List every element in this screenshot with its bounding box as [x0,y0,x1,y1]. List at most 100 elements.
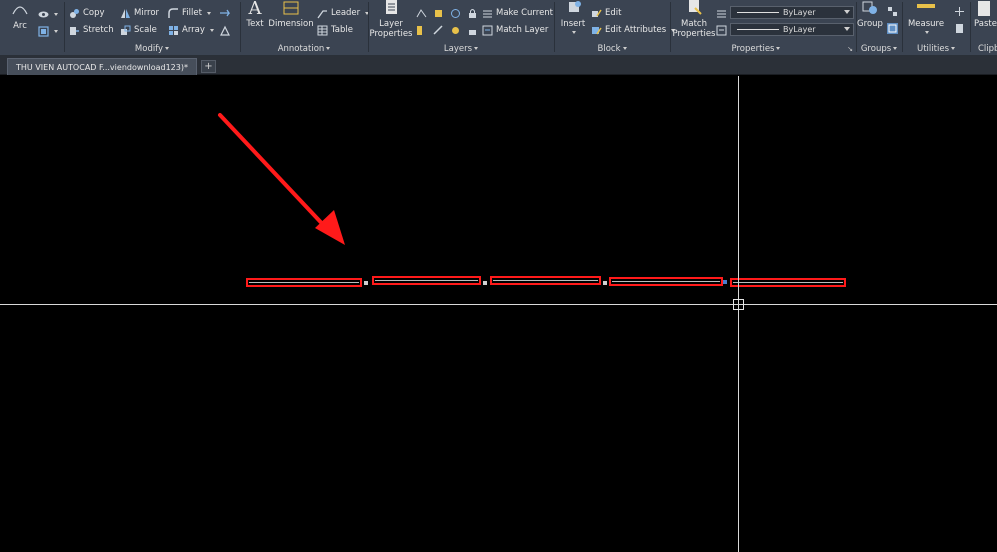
paste-button[interactable]: Paste [974,0,997,29]
edit-block-label: Edit [605,8,622,18]
dimension-button[interactable]: Dimension [268,0,314,29]
layer-properties-button[interactable]: Layer Properties [369,0,413,39]
point-icon[interactable] [954,6,965,17]
new-tab-button[interactable]: + [201,60,216,73]
leader-button[interactable]: Leader [317,6,370,20]
arc-label: Arc [13,21,27,31]
utilities-panel-title[interactable]: Utilities [902,44,970,54]
measure-button[interactable]: Measure [906,0,946,34]
mirror-button[interactable]: Mirror [120,6,159,20]
arc-button[interactable]: Arc [8,2,32,31]
cursor-pickbox [733,299,744,310]
lineweight-dropdown[interactable]: ByLayer [730,23,854,36]
document-tab-bar: THU VIEN AUTOCAD F...viendownload123)* + [0,56,997,75]
lineweight-preview [737,29,779,30]
block-panel-title[interactable]: Block [554,44,670,54]
linetype-preview [737,12,779,13]
layer-previous-icon [450,25,461,36]
layers-panel: Layer Properties Make Current Match Laye… [368,0,554,56]
modify-panel-title[interactable]: Modify [64,44,240,54]
crosshair-vertical [738,76,739,552]
visibility-button[interactable] [38,7,58,21]
annotation-panel-title[interactable]: Annotation [240,44,368,54]
layer-freeze-icon [450,8,461,19]
properties-panel: Match Properties ByLayer ByLayer Propert… [670,0,856,56]
paste-icon [974,0,996,18]
match-layer-button[interactable]: Match Layer [482,23,548,37]
insert-icon [562,0,584,18]
linetype-dropdown[interactable]: ByLayer [730,6,854,19]
scale-label: Scale [134,25,157,35]
leader-icon [317,8,328,19]
make-current-label: Make Current [496,8,554,18]
document-tab[interactable]: THU VIEN AUTOCAD F...viendownload123)* [7,58,197,75]
insert-label: Insert [560,19,586,29]
block-panel: Insert Edit Edit Attributes Block [554,0,676,56]
draw-panel: Arc [0,0,64,56]
scale-icon [120,25,131,36]
fillet-icon [168,7,179,19]
groups-panel-title[interactable]: Groups [856,44,902,54]
calculator-icon[interactable] [954,23,965,34]
text-button[interactable]: A Text [243,0,267,29]
table-icon [317,25,328,36]
offset-icon [219,25,230,36]
match-layer-icon [482,25,493,36]
mirror-label: Mirror [134,8,160,18]
text-a-icon: A [248,0,262,19]
fillet-label: Fillet [182,8,202,18]
make-current-button[interactable]: Make Current [482,6,553,20]
measure-icon [915,0,937,18]
match-properties-button[interactable]: Match Properties [672,0,716,39]
stretch-button[interactable]: Stretch [69,23,114,37]
region-icon [38,25,49,37]
group-label: Group [857,19,883,29]
group-button[interactable]: Group [856,0,884,29]
properties-dialog-launcher-icon[interactable]: ↘ [847,45,853,53]
region-button[interactable] [38,24,58,38]
explode-icon [219,8,231,19]
properties-panel-title[interactable]: Properties [670,44,842,54]
utilities-panel: Measure Utilities [902,0,970,56]
group-icon [859,0,881,18]
eye-icon [38,9,49,20]
layers-panel-title[interactable]: Layers [368,44,554,54]
group-select-icon[interactable] [887,23,898,34]
stretch-icon [69,25,80,36]
layer-unlock-icon [467,25,478,36]
edit-attributes-button[interactable]: Edit Attributes [591,23,676,37]
ungroup-icon[interactable] [887,6,898,17]
measure-label: Measure [907,19,945,29]
match-properties-label-2: Properties [672,29,716,39]
array-label: Array [182,25,205,35]
make-current-icon [482,8,493,19]
table-label: Table [331,25,353,35]
annotation-arrow [218,113,345,245]
layer-properties-label-2: Properties [369,29,413,39]
drawing-canvas[interactable] [0,76,997,552]
modify-extra-button[interactable] [219,6,231,20]
layer-walk-icon [416,25,427,36]
insert-button[interactable]: Insert [558,0,588,34]
layer-tools-row2[interactable] [416,23,478,37]
layer-tools-row1[interactable] [416,6,478,20]
edit-attributes-icon [591,25,602,36]
edit-block-button[interactable]: Edit [591,6,621,20]
array-icon [168,25,179,36]
table-button[interactable]: Table [317,23,353,37]
linetype-icon [716,8,727,19]
modify-extra2-button[interactable] [219,23,230,37]
groups-panel: Group Groups [856,0,902,56]
array-button[interactable]: Array [168,23,214,37]
mirror-icon [120,8,131,19]
lineweight-icon [716,25,727,36]
linetype-value: ByLayer [783,8,816,17]
fillet-button[interactable]: Fillet [168,6,211,20]
clipboard-panel-title[interactable]: Clipb [978,44,997,54]
document-tab-label: THU VIEN AUTOCAD F...viendownload123)* [16,62,188,72]
scale-button[interactable]: Scale [120,23,157,37]
chevron-down-icon [844,10,850,14]
copy-button[interactable]: Copy [69,6,105,20]
text-label: Text [246,19,264,29]
layer-properties-label-1: Layer [379,19,403,29]
